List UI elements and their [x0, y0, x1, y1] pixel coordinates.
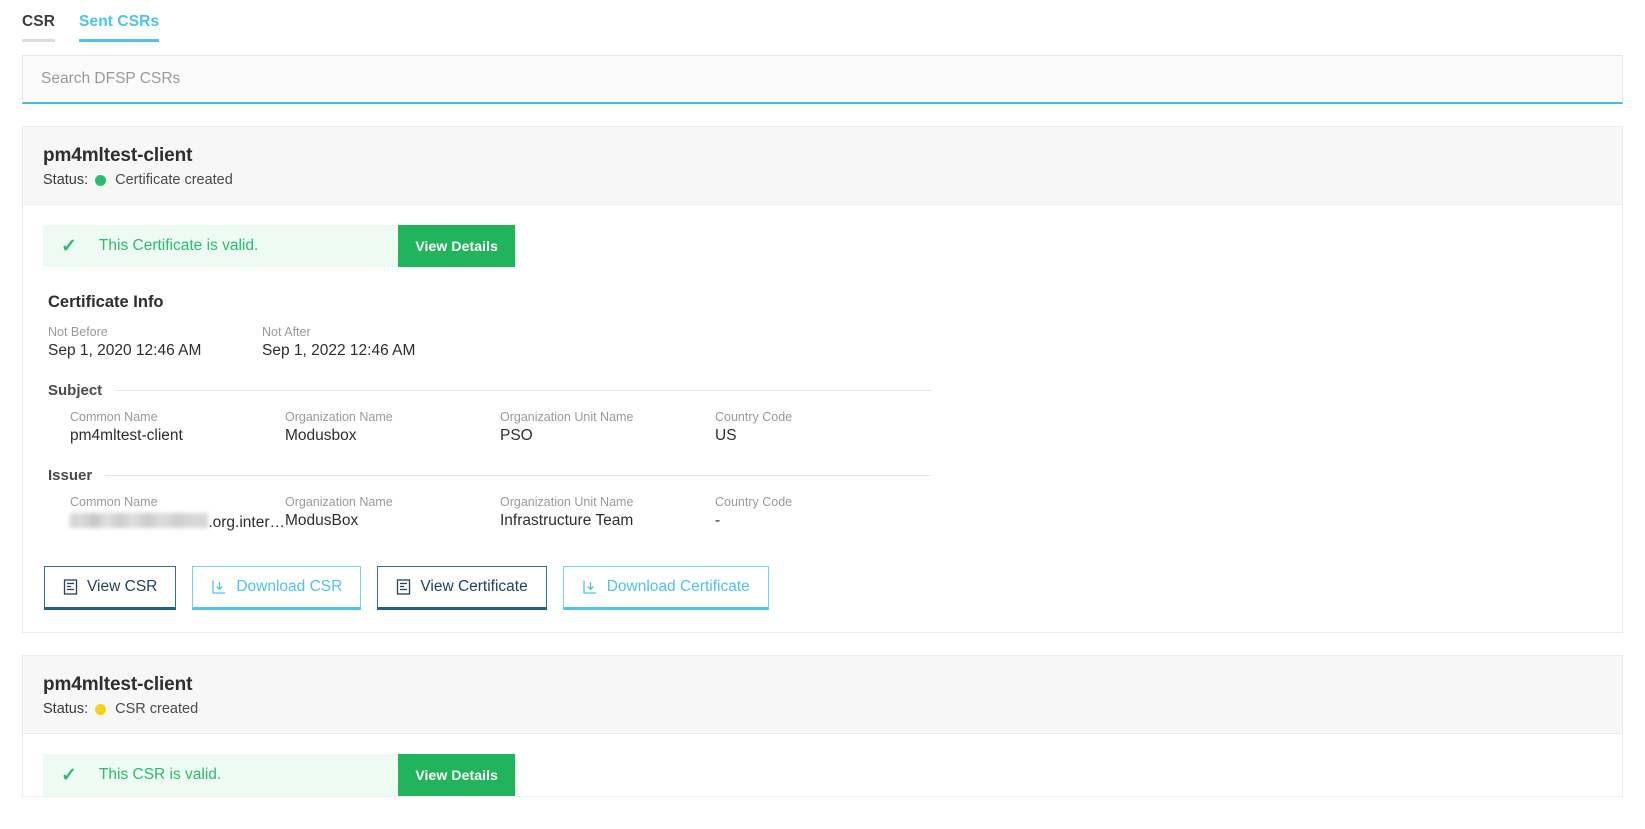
- issuer-organization-unit-name-value: Infrastructure Team: [500, 512, 634, 529]
- not-before-value: Sep 1, 2020 12:46 AM: [48, 342, 202, 359]
- view-csr-button[interactable]: View CSR: [44, 566, 177, 610]
- issuer-country-code: Country Code -: [715, 495, 792, 532]
- status-dot-icon: [95, 174, 107, 186]
- csr-card-status: Status: CSR created: [43, 701, 1602, 717]
- status-value: CSR created: [115, 701, 199, 717]
- issuer-organization-unit-name-label: Organization Unit Name: [500, 495, 634, 509]
- subject-fields: Common Name pm4mltest-client Organizatio…: [43, 410, 1602, 445]
- download-csr-button[interactable]: Download CSR: [192, 566, 362, 610]
- validity-alert: ✓ This Certificate is valid. View Detail…: [43, 225, 515, 267]
- validity-alert-text: This CSR is valid.: [98, 766, 222, 783]
- issuer-common-name-value: .org.inter…: [70, 512, 285, 532]
- search-bar[interactable]: [22, 55, 1623, 104]
- tab-sent-csrs[interactable]: Sent CSRs: [79, 13, 160, 42]
- view-certificate-label: View Certificate: [420, 578, 528, 595]
- issuer-country-code-label: Country Code: [715, 495, 793, 509]
- subject-heading-label: Subject: [48, 382, 103, 399]
- view-details-button[interactable]: View Details: [398, 754, 515, 796]
- issuer-organization-name: Organization Name ModusBox: [285, 495, 500, 532]
- not-after-label: Not After: [262, 325, 311, 339]
- subject-organization-name: Organization Name Modusbox: [285, 410, 500, 445]
- document-icon: [63, 579, 78, 595]
- issuer-common-name: Common Name .org.inter…: [70, 495, 285, 532]
- subject-common-name: Common Name pm4mltest-client: [70, 410, 285, 445]
- sent-csrs-page: CSR Sent CSRs pm4mltest-client Status: C…: [0, 0, 1645, 829]
- issuer-organization-name-label: Organization Name: [285, 495, 393, 509]
- view-certificate-button[interactable]: View Certificate: [377, 566, 547, 610]
- status-value: Certificate created: [115, 172, 233, 188]
- download-csr-label: Download CSR: [236, 578, 343, 595]
- status-dot-icon: [95, 703, 107, 715]
- tab-csr-label: CSR: [22, 13, 56, 30]
- csr-card: pm4mltest-client Status: Certificate cre…: [22, 126, 1623, 633]
- csr-card: pm4mltest-client Status: CSR created ✓ T…: [22, 655, 1623, 797]
- tab-bar: CSR Sent CSRs: [0, 0, 1645, 42]
- not-after-field: Not After Sep 1, 2022 12:46 AM: [262, 325, 415, 360]
- subject-country-code-value: US: [715, 427, 737, 444]
- csr-card-body: ✓ This Certificate is valid. View Detail…: [23, 205, 1622, 632]
- issuer-heading-label: Issuer: [48, 467, 93, 484]
- validity-alert: ✓ This CSR is valid. View Details: [43, 754, 515, 796]
- issuer-country-code-value: -: [715, 512, 721, 529]
- validity-dates-row: Not Before Sep 1, 2020 12:46 AM Not Afte…: [43, 325, 1602, 360]
- download-icon: [582, 579, 598, 595]
- not-before-field: Not Before Sep 1, 2020 12:46 AM: [48, 325, 262, 360]
- csr-card-title: pm4mltest-client: [43, 674, 193, 695]
- subject-country-code-label: Country Code: [715, 410, 793, 424]
- certificate-info-heading: Certificate Info: [48, 293, 164, 311]
- issuer-divider: [105, 475, 931, 476]
- issuer-common-name-label: Common Name: [70, 495, 158, 509]
- card-actions: View CSR Download CSR View Certificate D…: [43, 566, 1602, 610]
- download-icon: [211, 579, 227, 595]
- validity-alert-text: This Certificate is valid.: [98, 237, 259, 254]
- not-before-label: Not Before: [48, 325, 108, 339]
- view-details-button[interactable]: View Details: [398, 225, 515, 267]
- subject-country-code: Country Code US: [715, 410, 792, 445]
- subject-organization-unit-name-label: Organization Unit Name: [500, 410, 634, 424]
- issuer-organization-unit-name: Organization Unit Name Infrastructure Te…: [500, 495, 715, 532]
- csr-card-header: pm4mltest-client Status: CSR created: [23, 656, 1622, 734]
- subject-common-name-value: pm4mltest-client: [70, 427, 183, 444]
- subject-common-name-label: Common Name: [70, 410, 158, 424]
- download-certificate-button[interactable]: Download Certificate: [562, 566, 769, 610]
- status-label: Status:: [43, 701, 89, 717]
- issuer-organization-name-value: ModusBox: [285, 512, 359, 529]
- tab-csr[interactable]: CSR: [22, 13, 56, 42]
- issuer-heading: Issuer: [43, 467, 931, 484]
- subject-heading: Subject: [43, 382, 931, 399]
- csr-card-title: pm4mltest-client: [43, 145, 193, 166]
- document-icon: [396, 579, 411, 595]
- subject-organization-unit-name: Organization Unit Name PSO: [500, 410, 715, 445]
- subject-organization-unit-name-value: PSO: [500, 427, 533, 444]
- subject-organization-name-value: Modusbox: [285, 427, 357, 444]
- search-input[interactable]: [23, 70, 1622, 88]
- issuer-fields: Common Name .org.inter… Organization Nam…: [43, 495, 1602, 532]
- check-icon: ✓: [61, 235, 77, 257]
- redacted-text-icon: [70, 513, 209, 528]
- csr-card-body: ✓ This CSR is valid. View Details: [23, 734, 1622, 796]
- csr-card-status: Status: Certificate created: [43, 172, 1602, 188]
- subject-divider: [115, 390, 931, 391]
- issuer-common-name-suffix: .org.inter…: [208, 514, 285, 531]
- view-csr-label: View CSR: [87, 578, 158, 595]
- download-certificate-label: Download Certificate: [606, 578, 750, 595]
- tab-sent-csrs-label: Sent CSRs: [79, 13, 160, 30]
- check-icon: ✓: [61, 764, 77, 786]
- subject-organization-name-label: Organization Name: [285, 410, 393, 424]
- not-after-value: Sep 1, 2022 12:46 AM: [262, 342, 416, 359]
- status-label: Status:: [43, 172, 89, 188]
- csr-card-header: pm4mltest-client Status: Certificate cre…: [23, 127, 1622, 205]
